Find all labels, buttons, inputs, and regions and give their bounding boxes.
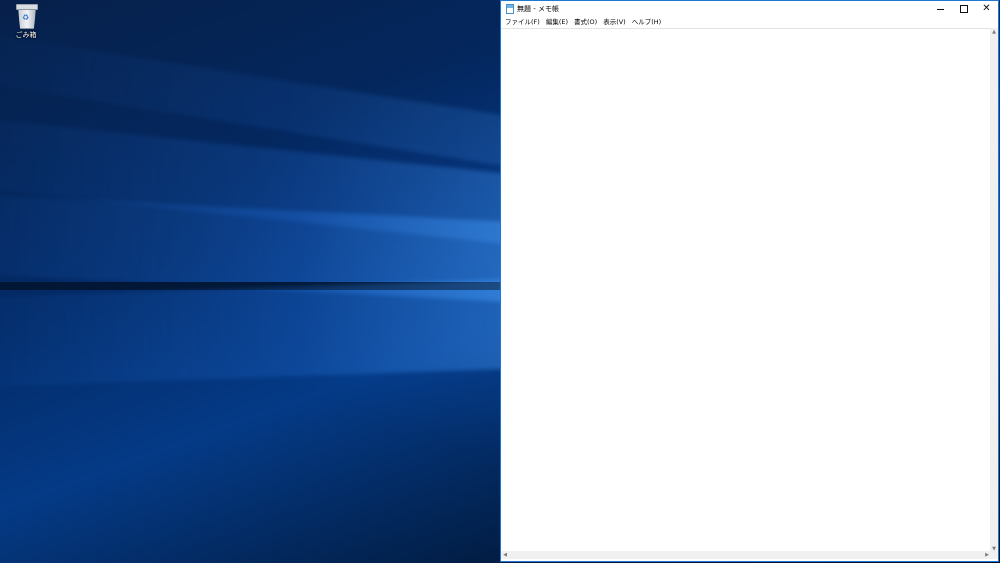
minimize-button[interactable] bbox=[929, 1, 952, 17]
close-icon: ✕ bbox=[982, 3, 991, 14]
text-editor-area[interactable] bbox=[501, 28, 991, 554]
menu-edit[interactable]: 編集(E) bbox=[544, 17, 572, 27]
maximize-icon bbox=[959, 5, 968, 13]
scroll-up-arrow-icon[interactable]: ▲ bbox=[990, 28, 998, 36]
close-button[interactable]: ✕ bbox=[975, 1, 998, 17]
horizontal-scrollbar[interactable]: ◀ ▶ bbox=[501, 551, 991, 559]
minimize-icon bbox=[937, 8, 944, 10]
menu-help[interactable]: ヘルプ(H) bbox=[630, 17, 665, 27]
vertical-scrollbar[interactable]: ▲ ▼ bbox=[990, 28, 998, 553]
menu-file[interactable]: ファイル(F) bbox=[503, 17, 544, 27]
maximize-button[interactable] bbox=[952, 1, 975, 17]
menu-bar: ファイル(F) 編集(E) 書式(O) 表示(V) ヘルプ(H) bbox=[501, 17, 998, 27]
notepad-window: 無題 - メモ帳 ✕ ファイル(F) 編集(E) 書式(O) 表示(V) ヘルプ… bbox=[500, 0, 999, 562]
title-bar[interactable]: 無題 - メモ帳 ✕ bbox=[501, 1, 998, 17]
window-title: 無題 - メモ帳 bbox=[517, 5, 559, 13]
resize-grip[interactable] bbox=[990, 551, 998, 559]
menu-format[interactable]: 書式(O) bbox=[572, 17, 601, 27]
notepad-icon[interactable] bbox=[506, 4, 514, 14]
desktop-icon-recycle-bin[interactable]: ♻ ごみ箱 bbox=[8, 4, 44, 40]
scroll-left-arrow-icon[interactable]: ◀ bbox=[501, 551, 509, 559]
menu-view[interactable]: 表示(V) bbox=[601, 17, 630, 27]
recycle-bin-icon: ♻ bbox=[15, 4, 38, 29]
desktop-icon-label: ごみ箱 bbox=[15, 31, 37, 39]
